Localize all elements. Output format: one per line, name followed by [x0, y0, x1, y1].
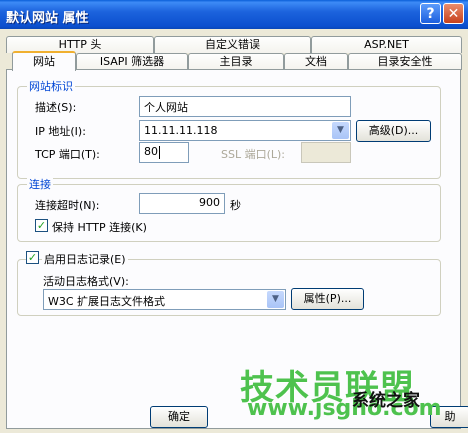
tab-isapi-filters[interactable]: ISAPI 筛选器: [76, 53, 188, 70]
ip-address-value: 11.11.11.118: [144, 124, 218, 137]
window-title: 默认网站 属性: [6, 11, 89, 26]
log-format-value: W3C 扩展日志文件格式: [48, 295, 166, 308]
tab-documents[interactable]: 文档: [284, 53, 348, 70]
ssl-port-label: SSL 端口(L):: [221, 148, 286, 161]
ip-address-select[interactable]: 11.11.11.118 ▼: [139, 120, 351, 141]
tcp-port-input[interactable]: 80: [139, 142, 189, 163]
tab-custom-errors[interactable]: 自定义错误: [154, 36, 311, 53]
properties-dialog: 默认网站 属性 ? ✕ HTTP 头 自定义错误 ASP.NET 网站 ISAP…: [0, 0, 468, 433]
connection-legend: 连接: [27, 176, 53, 192]
chevron-down-icon[interactable]: ▼: [267, 291, 284, 308]
advanced-button[interactable]: 高级(D)...: [356, 120, 431, 142]
ok-button[interactable]: 确定: [150, 406, 208, 428]
tcp-port-label: TCP 端口(T):: [35, 148, 100, 161]
help-button[interactable]: ?: [420, 3, 441, 24]
log-properties-button[interactable]: 属性(P)...: [291, 288, 364, 310]
tcp-port-value: 80: [144, 145, 158, 158]
chevron-down-icon[interactable]: ▼: [332, 122, 349, 139]
ip-address-label: IP 地址(I):: [35, 125, 86, 138]
timeout-unit: 秒: [230, 199, 241, 212]
site-identity-legend: 网站标识: [27, 78, 75, 94]
description-input[interactable]: 个人网站: [139, 96, 351, 117]
watermark-brand: 系统之家: [352, 391, 420, 411]
tab-home-directory[interactable]: 主目录: [188, 53, 284, 70]
enable-logging-label: 启用日志记录(E): [42, 251, 128, 267]
enable-logging-checkbox[interactable]: ✓: [26, 251, 39, 264]
ssl-port-input[interactable]: [301, 142, 351, 163]
close-button[interactable]: ✕: [443, 3, 464, 24]
log-format-select[interactable]: W3C 扩展日志文件格式 ▼: [43, 289, 286, 310]
log-format-label: 活动日志格式(V):: [43, 275, 129, 288]
timeout-input[interactable]: 900: [139, 193, 225, 214]
description-label: 描述(S):: [35, 101, 77, 114]
tab-website[interactable]: 网站: [12, 51, 76, 71]
keepalive-checkbox[interactable]: ✓: [35, 219, 48, 232]
keepalive-label: 保持 HTTP 连接(K): [52, 221, 147, 234]
timeout-label: 连接超时(N):: [35, 199, 100, 212]
tab-aspnet[interactable]: ASP.NET: [311, 36, 462, 53]
tab-directory-security[interactable]: 目录安全性: [348, 53, 462, 70]
title-bar: 默认网站 属性 ? ✕: [0, 0, 468, 29]
text-caret: [159, 145, 160, 159]
